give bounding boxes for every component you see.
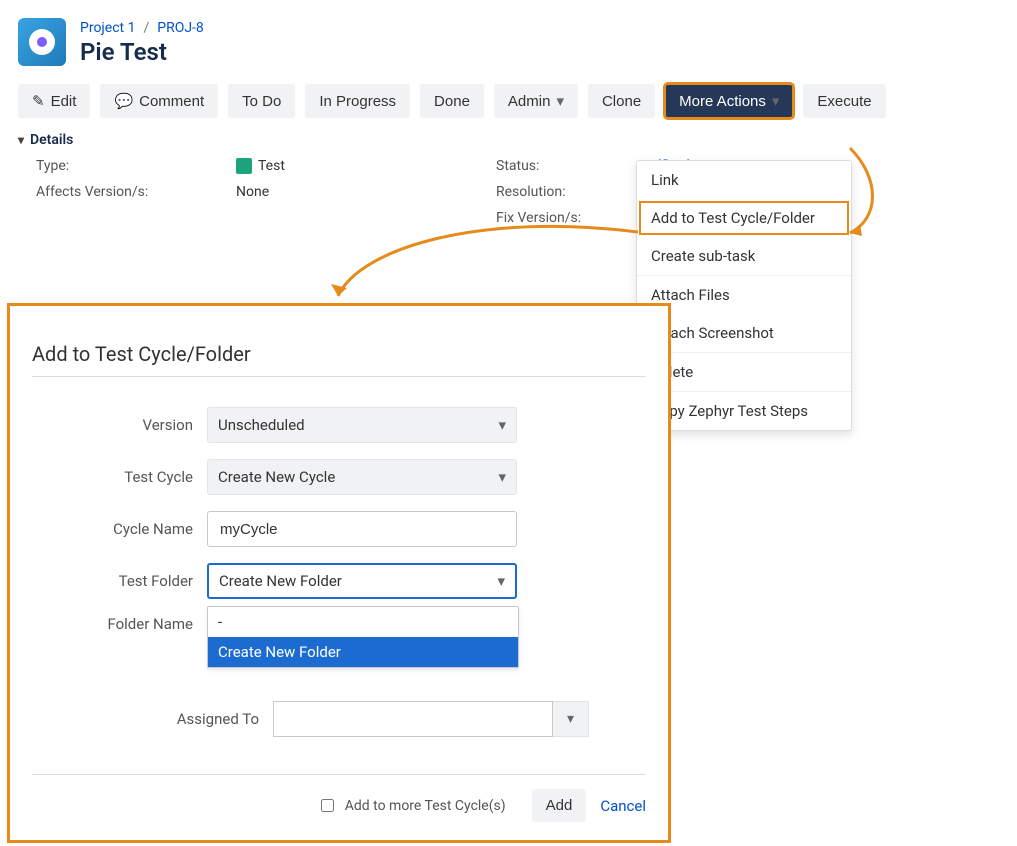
chevron-down-icon: ▾ <box>498 416 506 434</box>
resolution-label: Resolution: <box>496 184 656 200</box>
breadcrumb-project[interactable]: Project 1 <box>80 20 135 36</box>
dialog-title: Add to Test Cycle/Folder <box>32 342 646 366</box>
chevron-down-icon: ▾ <box>498 468 506 486</box>
todo-button[interactable]: To Do <box>228 84 295 118</box>
breadcrumb: Project 1 / PROJ-8 <box>80 20 204 36</box>
test-type-icon <box>236 158 252 174</box>
test-cycle-value: Create New Cycle <box>218 468 335 486</box>
cycle-name-field[interactable] <box>218 520 506 539</box>
affects-label: Affects Version/s: <box>36 184 236 200</box>
in-progress-button[interactable]: In Progress <box>305 84 410 118</box>
folder-name-label: Folder Name <box>79 615 193 633</box>
more-actions-button[interactable]: More Actions ▾ <box>665 84 793 118</box>
add-more-checkbox[interactable] <box>321 799 334 812</box>
test-cycle-select[interactable]: Create New Cycle ▾ <box>207 459 517 495</box>
details-toggle[interactable]: ▾ Details <box>18 132 1017 148</box>
chevron-down-icon: ▾ <box>772 92 780 110</box>
status-label: Status: <box>496 158 656 174</box>
page-title: Pie Test <box>80 38 204 66</box>
test-folder-select[interactable]: Create New Folder ▾ <box>207 563 517 599</box>
project-avatar <box>18 18 66 66</box>
assigned-to-dropdown-toggle[interactable]: ▾ <box>553 701 589 737</box>
test-folder-value: Create New Folder <box>219 572 342 590</box>
affects-value: None <box>236 184 496 200</box>
cancel-link[interactable]: Cancel <box>600 797 646 815</box>
menu-create-subtask[interactable]: Create sub-task <box>637 237 851 275</box>
version-label: Version <box>79 416 193 434</box>
comment-button[interactable]: 💬 Comment <box>100 84 218 118</box>
more-actions-label: More Actions <box>679 93 766 110</box>
version-select[interactable]: Unscheduled ▾ <box>207 407 517 443</box>
assigned-to-label: Assigned To <box>79 710 259 728</box>
cycle-name-input[interactable] <box>207 511 517 547</box>
pencil-icon: ✎ <box>32 92 45 110</box>
type-text: Test <box>258 158 285 174</box>
menu-add-to-test-cycle[interactable]: Add to Test Cycle/Folder <box>637 199 851 237</box>
add-button[interactable]: Add <box>532 789 587 822</box>
type-label: Type: <box>36 158 236 174</box>
comment-label: Comment <box>139 93 204 110</box>
test-folder-label: Test Folder <box>79 572 193 590</box>
chevron-down-icon: ▾ <box>567 711 574 727</box>
chevron-down-icon: ▾ <box>556 92 564 110</box>
breadcrumb-issue[interactable]: PROJ-8 <box>157 20 204 36</box>
chevron-down-icon: ▾ <box>497 572 505 590</box>
menu-link[interactable]: Link <box>637 161 851 199</box>
folder-option-none[interactable]: - <box>208 607 518 637</box>
edit-label: Edit <box>51 93 77 110</box>
test-folder-dropdown-list: - Create New Folder <box>207 606 519 668</box>
execute-button[interactable]: Execute <box>803 84 885 118</box>
chevron-down-icon: ▾ <box>18 133 24 147</box>
test-cycle-label: Test Cycle <box>79 468 193 486</box>
version-value: Unscheduled <box>218 416 305 434</box>
assigned-to-input[interactable] <box>273 701 553 737</box>
comment-icon: 💬 <box>114 92 133 110</box>
add-to-cycle-dialog: Add to Test Cycle/Folder Version Unsched… <box>7 303 671 843</box>
folder-option-create-new[interactable]: Create New Folder <box>208 637 518 667</box>
admin-label: Admin <box>508 93 551 110</box>
admin-button[interactable]: Admin ▾ <box>494 84 578 118</box>
type-value: Test <box>236 158 496 174</box>
fix-version-label: Fix Version/s: <box>496 210 656 226</box>
breadcrumb-separator: / <box>143 20 149 36</box>
clone-button[interactable]: Clone <box>588 84 655 118</box>
done-button[interactable]: Done <box>420 84 484 118</box>
add-more-checkbox-wrap[interactable]: Add to more Test Cycle(s) <box>317 796 506 815</box>
edit-button[interactable]: ✎ Edit <box>18 84 90 118</box>
details-header: Details <box>30 132 73 148</box>
add-more-label: Add to more Test Cycle(s) <box>345 798 506 814</box>
cycle-name-label: Cycle Name <box>79 520 193 538</box>
